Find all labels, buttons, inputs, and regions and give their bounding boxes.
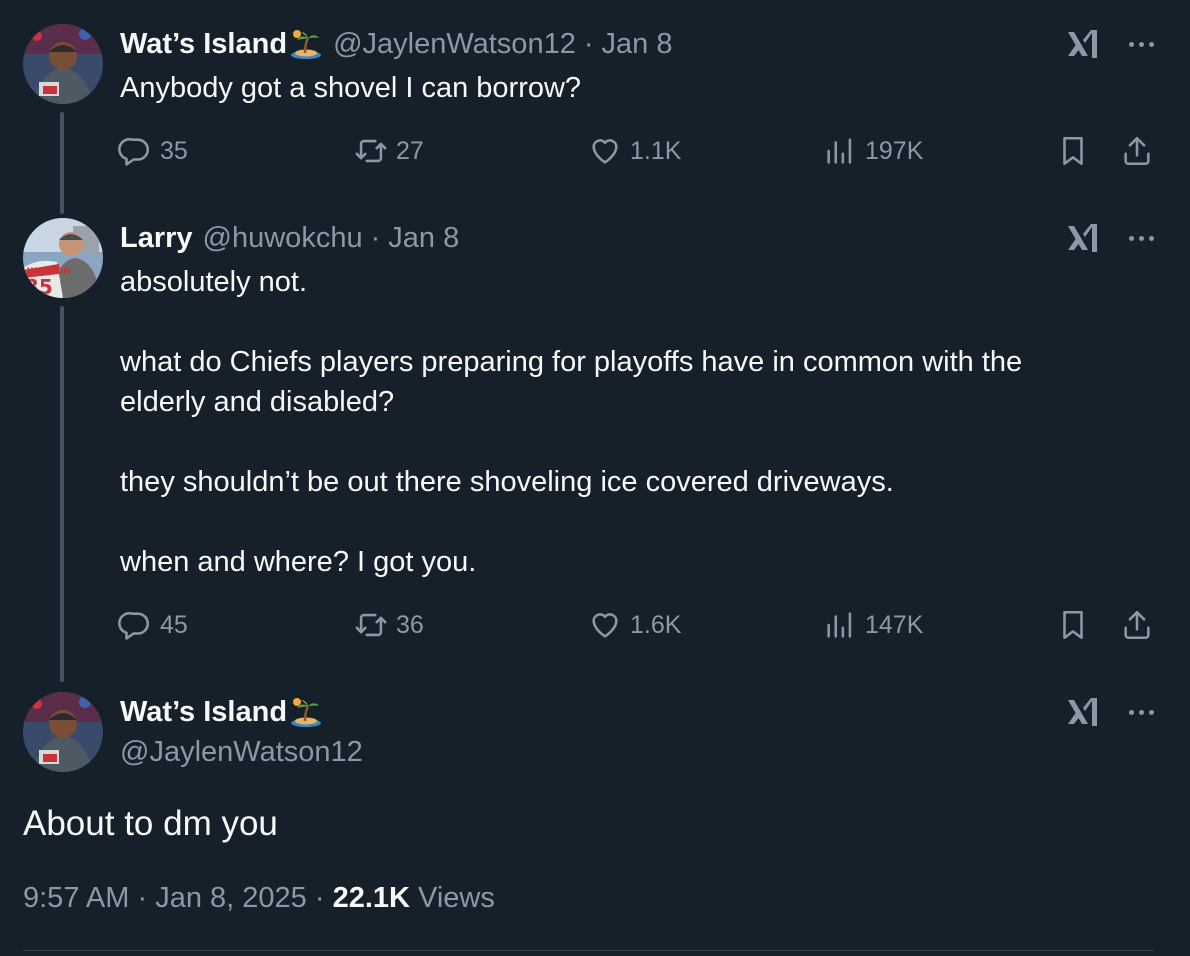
grok-icon[interactable] bbox=[1065, 694, 1105, 730]
tweet-top-actions bbox=[1065, 694, 1154, 730]
display-name[interactable]: Wat’s Island bbox=[120, 695, 287, 729]
tweet-date[interactable]: Jan 8 bbox=[602, 27, 673, 61]
tweet-text-line: what do Chiefs players preparing for pla… bbox=[120, 346, 1023, 378]
grok-icon[interactable] bbox=[1065, 26, 1105, 62]
reply-button[interactable]: 45 bbox=[118, 608, 188, 642]
tweet-meta: 9:57 AM · Jan 8, 2025 · 22.1K Views bbox=[23, 882, 495, 915]
user-handle[interactable]: @JaylenWatson12 bbox=[120, 735, 363, 769]
like-button[interactable]: 1.1K bbox=[588, 134, 681, 168]
like-count: 1.1K bbox=[630, 136, 682, 165]
tweet-time[interactable]: 9:57 AM bbox=[23, 882, 129, 914]
separator-dot: · bbox=[137, 882, 148, 914]
reply-button[interactable]: 35 bbox=[118, 134, 188, 168]
separator-dot: · bbox=[314, 882, 325, 914]
bookmark-icon bbox=[1056, 134, 1090, 168]
share-icon bbox=[1120, 608, 1154, 642]
reply-icon bbox=[118, 134, 152, 168]
more-icon[interactable] bbox=[1129, 41, 1154, 47]
retweet-button[interactable]: 36 bbox=[354, 608, 424, 642]
views-label: Views bbox=[418, 882, 495, 914]
analytics-icon bbox=[823, 608, 857, 642]
views-button[interactable]: 197K bbox=[823, 134, 923, 168]
share-button[interactable] bbox=[1120, 608, 1154, 642]
retweet-icon bbox=[354, 608, 388, 642]
views-button[interactable]: 147K bbox=[823, 608, 923, 642]
more-icon[interactable] bbox=[1129, 235, 1154, 241]
tweet-full-date[interactable]: Jan 8, 2025 bbox=[155, 882, 307, 914]
user-handle[interactable]: @huwokchu bbox=[203, 221, 363, 255]
bookmark-button[interactable] bbox=[1056, 134, 1090, 168]
analytics-icon bbox=[823, 134, 857, 168]
views-count: 197K bbox=[865, 136, 924, 165]
tweet-date[interactable]: Jan 8 bbox=[388, 221, 459, 255]
tweet-text-line: they shouldn’t be out there shoveling ic… bbox=[120, 466, 894, 498]
avatar[interactable] bbox=[23, 692, 103, 772]
display-name[interactable]: Wat’s Island bbox=[120, 27, 287, 61]
tweet-header: Wat’s Island @JaylenWatson12 · Jan 8 bbox=[120, 27, 672, 61]
tweet-header: Wat’s Island bbox=[120, 695, 323, 729]
reply-count: 45 bbox=[160, 610, 188, 639]
tweet-text: Anybody got a shovel I can borrow? bbox=[120, 72, 582, 104]
main-tweet-text: About to dm you bbox=[23, 804, 278, 843]
retweet-count: 27 bbox=[396, 136, 424, 165]
reply-count: 35 bbox=[160, 136, 188, 165]
separator-dot: · bbox=[370, 222, 381, 254]
retweet-count: 36 bbox=[396, 610, 424, 639]
heart-icon bbox=[588, 608, 622, 642]
tweet-text-line: elderly and disabled? bbox=[120, 386, 395, 418]
thread-line bbox=[60, 112, 64, 214]
tweet-text-line: when and where? I got you. bbox=[120, 546, 477, 578]
grok-icon[interactable] bbox=[1065, 220, 1105, 256]
tweet-top-actions bbox=[1065, 26, 1154, 62]
island-emoji-icon bbox=[289, 695, 323, 729]
avatar[interactable] bbox=[23, 24, 103, 104]
tweet-header-handle: @JaylenWatson12 bbox=[120, 735, 363, 769]
bookmark-button[interactable] bbox=[1056, 608, 1090, 642]
tweet-actions: 45 36 1.6K 147K bbox=[118, 608, 1158, 648]
heart-icon bbox=[588, 134, 622, 168]
bookmark-icon bbox=[1056, 608, 1090, 642]
user-handle[interactable]: @JaylenWatson12 bbox=[333, 27, 576, 61]
avatar[interactable]: WATSON 35 bbox=[23, 218, 103, 298]
display-name[interactable]: Larry bbox=[120, 221, 193, 255]
divider bbox=[23, 950, 1154, 951]
retweet-icon bbox=[354, 134, 388, 168]
like-count: 1.6K bbox=[630, 610, 682, 639]
avatar-jersey-number: 35 bbox=[25, 275, 53, 298]
tweet-text-line: absolutely not. bbox=[120, 266, 308, 298]
thread-line bbox=[60, 306, 64, 682]
views-total[interactable]: 22.1K bbox=[333, 882, 410, 914]
like-button[interactable]: 1.6K bbox=[588, 608, 681, 642]
tweet-header: Larry @huwokchu · Jan 8 bbox=[120, 221, 459, 255]
views-count: 147K bbox=[865, 610, 924, 639]
separator-dot: · bbox=[583, 28, 594, 60]
share-icon bbox=[1120, 134, 1154, 168]
share-button[interactable] bbox=[1120, 134, 1154, 168]
retweet-button[interactable]: 27 bbox=[354, 134, 424, 168]
more-icon[interactable] bbox=[1129, 709, 1154, 715]
tweet-actions: 35 27 1.1K 197K bbox=[118, 134, 1158, 174]
reply-icon bbox=[118, 608, 152, 642]
island-emoji-icon bbox=[289, 27, 323, 61]
tweet-top-actions bbox=[1065, 220, 1154, 256]
